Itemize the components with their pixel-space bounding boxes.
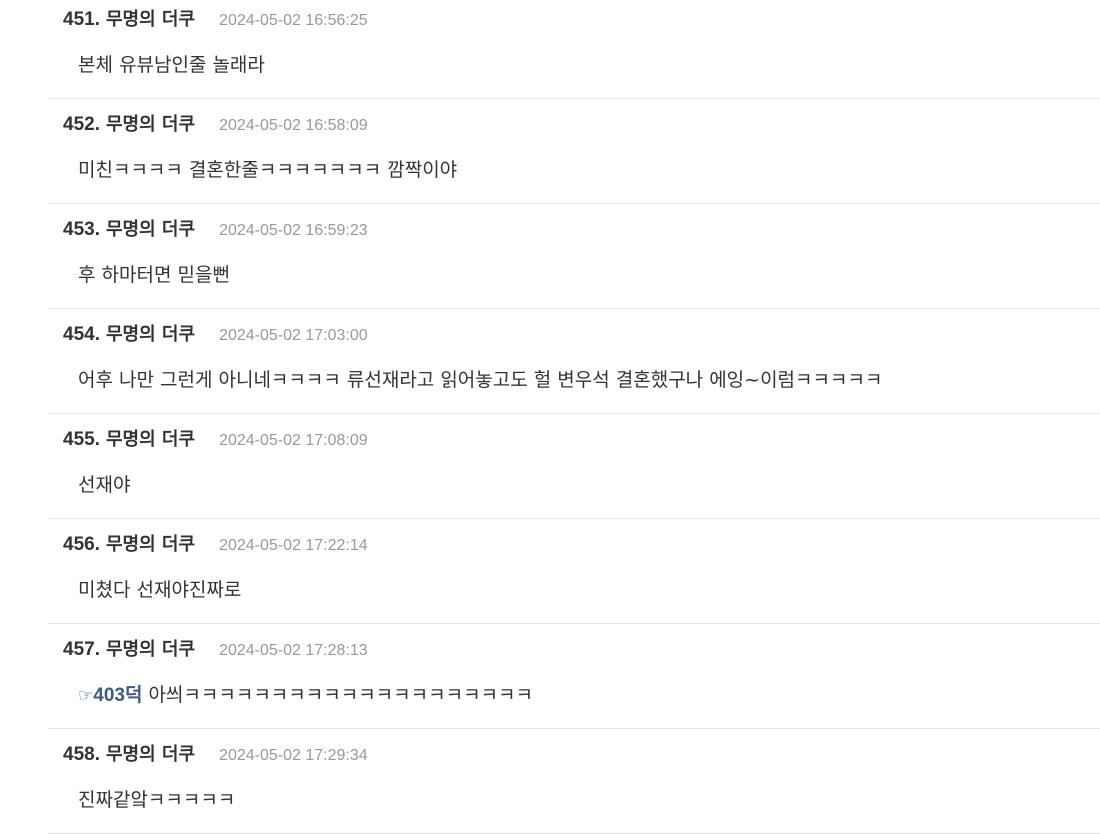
comment-meta: 457. 무명의 더쿠 2024-05-02 17:28:13 [63, 635, 368, 661]
comment-date: 2024-05-02 16:59:23 [219, 222, 368, 239]
comment-list: 451. 무명의 더쿠 2024-05-02 16:56:25 본체 유뷰남인줄… [0, 0, 1100, 834]
comment-text: 진짜같앜ㅋㅋㅋㅋㅋ [78, 789, 236, 811]
comment-date: 2024-05-02 16:56:25 [219, 12, 368, 29]
comment-meta: 451. 무명의 더쿠 2024-05-02 16:56:25 [63, 5, 368, 31]
comment-date: 2024-05-02 17:28:13 [219, 642, 368, 659]
comment-meta: 456. 무명의 더쿠 2024-05-02 17:22:14 [63, 530, 368, 556]
comment-author: 무명의 더쿠 [105, 324, 196, 345]
comment-body: 미쳤다 선재야진짜로 [78, 575, 241, 602]
comment-meta: 453. 무명의 더쿠 2024-05-02 16:59:23 [63, 215, 368, 241]
comment-body: 어후 나만 그런게 아니네ㅋㅋㅋㅋ 류선재라고 읽어놓고도 헐 변우석 결혼했구… [78, 365, 882, 392]
comment-date: 2024-05-02 17:29:34 [219, 747, 368, 764]
comment-date: 2024-05-02 17:03:00 [219, 327, 368, 344]
comment-body: 미친ㅋㅋㅋㅋ 결혼한줄ㅋㅋㅋㅋㅋㅋㅋ 깜짝이야 [78, 155, 457, 182]
comment-text: 미쳤다 선재야진짜로 [78, 579, 242, 601]
comment-text: 미친ㅋㅋㅋㅋ 결혼한줄ㅋㅋㅋㅋㅋㅋㅋ 깜짝이야 [78, 159, 458, 181]
comment-text: 본체 유뷰남인줄 놀래라 [78, 54, 265, 76]
comment-number[interactable]: 456. [63, 534, 100, 556]
comment-number[interactable]: 452. [63, 114, 100, 136]
comment-item: 451. 무명의 더쿠 2024-05-02 16:56:25 본체 유뷰남인줄… [48, 0, 1100, 99]
comment-text: 선재야 [78, 474, 131, 496]
comment-number[interactable]: 458. [63, 744, 100, 766]
comment-author: 무명의 더쿠 [105, 219, 196, 240]
comment-author: 무명의 더쿠 [105, 114, 196, 135]
comment-number[interactable]: 457. [63, 639, 100, 661]
comment-body: 본체 유뷰남인줄 놀래라 [78, 50, 265, 77]
comment-item: 452. 무명의 더쿠 2024-05-02 16:58:09 미친ㅋㅋㅋㅋ 결… [48, 99, 1100, 204]
comment-number[interactable]: 451. [63, 9, 100, 31]
comment-number[interactable]: 453. [63, 219, 100, 241]
comment-body: 후 하마터면 믿을뻔 [78, 260, 230, 287]
comment-item: 456. 무명의 더쿠 2024-05-02 17:22:14 미쳤다 선재야진… [48, 519, 1100, 624]
comment-body: 선재야 [78, 470, 130, 497]
comment-meta: 455. 무명의 더쿠 2024-05-02 17:08:09 [63, 425, 368, 451]
comment-body: 진짜같앜ㅋㅋㅋㅋㅋ [78, 785, 235, 812]
comment-number[interactable]: 455. [63, 429, 100, 451]
comment-item: 454. 무명의 더쿠 2024-05-02 17:03:00 어후 나만 그런… [48, 309, 1100, 414]
comment-meta: 454. 무명의 더쿠 2024-05-02 17:03:00 [63, 320, 368, 346]
pointing-hand-icon: ☞ [78, 686, 94, 706]
comment-item: 458. 무명의 더쿠 2024-05-02 17:29:34 진짜같앜ㅋㅋㅋㅋ… [48, 729, 1100, 834]
comment-author: 무명의 더쿠 [105, 639, 196, 660]
comment-meta: 452. 무명의 더쿠 2024-05-02 16:58:09 [63, 110, 368, 136]
comment-date: 2024-05-02 17:08:09 [219, 432, 368, 449]
comment-item: 457. 무명의 더쿠 2024-05-02 17:28:13 ☞ 403덕 아… [48, 624, 1100, 729]
comment-number[interactable]: 454. [63, 324, 100, 346]
reply-reference-text: 403덕 [93, 685, 143, 706]
comment-text: 어후 나만 그런게 아니네ㅋㅋㅋㅋ 류선재라고 읽어놓고도 헐 변우석 결혼했구… [78, 369, 883, 391]
comment-meta: 458. 무명의 더쿠 2024-05-02 17:29:34 [63, 740, 368, 766]
comment-text: 후 하마터면 믿을뻔 [78, 264, 230, 286]
comment-author: 무명의 더쿠 [105, 429, 196, 450]
comment-body: ☞ 403덕 아씌ㅋㅋㅋㅋㅋㅋㅋㅋㅋㅋㅋㅋㅋㅋㅋㅋㅋㅋㅋㅋ [78, 680, 533, 707]
comment-item: 455. 무명의 더쿠 2024-05-02 17:08:09 선재야 [48, 414, 1100, 519]
reply-reference-link[interactable]: ☞ 403덕 [78, 680, 142, 707]
comment-date: 2024-05-02 16:58:09 [219, 117, 368, 134]
comment-author: 무명의 더쿠 [105, 9, 196, 30]
comment-author: 무명의 더쿠 [105, 534, 196, 555]
comment-text: 아씌ㅋㅋㅋㅋㅋㅋㅋㅋㅋㅋㅋㅋㅋㅋㅋㅋㅋㅋㅋㅋ [148, 684, 533, 706]
comment-date: 2024-05-02 17:22:14 [219, 537, 368, 554]
comment-author: 무명의 더쿠 [105, 744, 196, 765]
comment-item: 453. 무명의 더쿠 2024-05-02 16:59:23 후 하마터면 믿… [48, 204, 1100, 309]
